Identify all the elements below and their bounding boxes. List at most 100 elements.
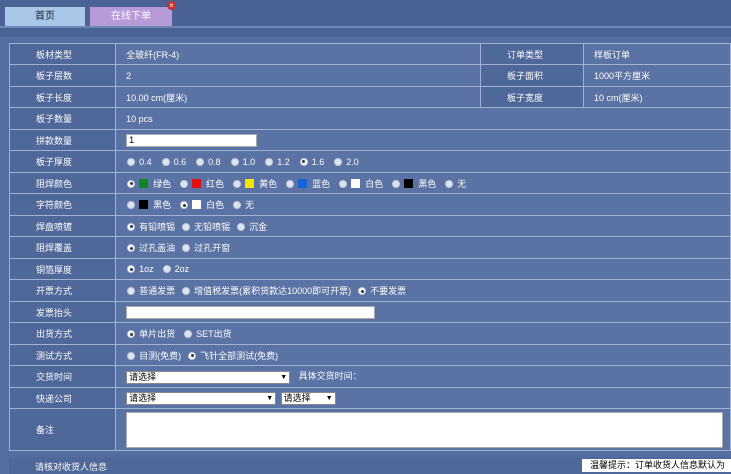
via-option[interactable]: 过孔盖油 bbox=[126, 241, 175, 254]
radio-button[interactable] bbox=[182, 244, 191, 252]
option-label: 红色 bbox=[206, 178, 225, 189]
thickness-option[interactable]: 1.2 bbox=[264, 157, 290, 167]
option-label: 无 bbox=[245, 200, 255, 210]
invoice-option[interactable]: 普通发票 bbox=[126, 284, 175, 297]
radio-button[interactable] bbox=[358, 287, 367, 295]
radio-button[interactable] bbox=[182, 287, 191, 295]
invoice-option[interactable]: 增值税发票(累积货款达10000即可开票) bbox=[181, 284, 351, 297]
solder-mask-option[interactable]: 黑色 bbox=[391, 177, 436, 190]
radio-button[interactable] bbox=[127, 265, 136, 273]
option-label: 1.0 bbox=[242, 156, 256, 167]
delivery-select[interactable]: 请选择 ▼ bbox=[126, 370, 291, 384]
table-row: 拼款数量 1 bbox=[8, 129, 731, 151]
invoice-title-label: 发票抬头 bbox=[8, 301, 117, 323]
thickness-label: 板子厚度 bbox=[8, 150, 117, 173]
order-type-value: 样板订单 bbox=[583, 43, 731, 65]
silkscreen-option[interactable]: 无 bbox=[232, 198, 254, 211]
radio-button[interactable] bbox=[180, 201, 189, 209]
solder-mask-option[interactable]: 白色 bbox=[338, 177, 383, 190]
radio-button[interactable] bbox=[127, 201, 136, 209]
width-label: 板子宽度 bbox=[480, 86, 584, 108]
option-label: 白色 bbox=[365, 178, 384, 189]
remarks-textarea[interactable] bbox=[126, 411, 724, 448]
radio-button[interactable] bbox=[188, 351, 197, 360]
radio-button[interactable] bbox=[127, 330, 136, 338]
radio-button[interactable] bbox=[299, 157, 308, 166]
thickness-option[interactable]: 1.6 bbox=[299, 156, 325, 167]
tab-bar-divider bbox=[0, 26, 731, 28]
close-icon[interactable]: × bbox=[167, 1, 176, 10]
copper-option[interactable]: 2oz bbox=[162, 264, 190, 274]
thickness-option[interactable]: 0.6 bbox=[161, 157, 186, 167]
invoice-title-input[interactable] bbox=[126, 305, 376, 319]
radio-button[interactable] bbox=[127, 287, 136, 295]
option-label: 沉金 bbox=[249, 221, 268, 232]
remarks-cell bbox=[115, 408, 731, 451]
option-label: 2oz bbox=[174, 264, 190, 274]
radio-button[interactable] bbox=[182, 222, 191, 231]
copper-option[interactable]: 1oz bbox=[126, 264, 154, 274]
thickness-option[interactable]: 0.8 bbox=[195, 157, 221, 167]
radio-button[interactable] bbox=[127, 157, 136, 166]
radio-button[interactable] bbox=[286, 179, 295, 188]
surface-options: 有铅喷锡 无铅喷锡 沉金 bbox=[115, 215, 731, 237]
table-row: 铜箔厚度 1oz 2oz bbox=[8, 258, 731, 280]
table-row: 开票方式 普通发票 增值税发票(累积货款达10000即可开票) 不要发票 bbox=[8, 279, 731, 302]
silkscreen-option[interactable]: 黑色 bbox=[126, 198, 171, 211]
color-swatch bbox=[351, 178, 361, 188]
radio-button[interactable] bbox=[196, 157, 205, 166]
delivery-extra-label: 具体交货时间： bbox=[298, 371, 362, 382]
radio-button[interactable] bbox=[334, 157, 343, 166]
silkscreen-options: 黑色 白色 无 bbox=[115, 193, 731, 216]
tab-home[interactable]: 首页 bbox=[5, 7, 85, 26]
radio-button[interactable] bbox=[161, 157, 170, 166]
solder-mask-option[interactable]: 蓝色 bbox=[285, 177, 330, 190]
radio-button[interactable] bbox=[127, 351, 136, 360]
radio-button[interactable] bbox=[445, 179, 454, 188]
panel-count-input[interactable]: 1 bbox=[126, 133, 258, 147]
delivery-label: 交货时间 bbox=[8, 365, 117, 388]
board-type-value: 全玻纤(FR-4) bbox=[115, 43, 482, 65]
chevron-down-icon: ▼ bbox=[280, 373, 288, 381]
shipping-option[interactable]: 单片出货 bbox=[126, 327, 175, 340]
radio-button[interactable] bbox=[127, 244, 136, 252]
layers-value: 2 bbox=[115, 64, 482, 87]
radio-button[interactable] bbox=[392, 179, 401, 188]
radio-button[interactable] bbox=[180, 179, 189, 188]
table-row: 焊盘喷镀 有铅喷锡 无铅喷锡 沉金 bbox=[8, 215, 731, 237]
invoice-title-cell bbox=[115, 301, 731, 323]
option-label: 黑色 bbox=[153, 200, 172, 210]
option-label: 有铅喷锡 bbox=[139, 221, 176, 232]
surface-option[interactable]: 无铅喷锡 bbox=[181, 220, 230, 233]
solder-mask-option[interactable]: 红色 bbox=[179, 177, 224, 190]
testing-option[interactable]: 目测(免费) bbox=[126, 349, 181, 362]
courier-select[interactable]: 请选择 ▼ bbox=[126, 391, 277, 405]
silkscreen-option[interactable]: 白色 bbox=[179, 198, 224, 211]
solder-mask-option[interactable]: 绿色 bbox=[126, 177, 171, 190]
invoice-option[interactable]: 不要发票 bbox=[357, 284, 406, 297]
radio-button[interactable] bbox=[233, 201, 242, 209]
radio-button[interactable] bbox=[230, 157, 239, 166]
radio-button[interactable] bbox=[184, 330, 193, 338]
testing-option[interactable]: 飞针全部测试(免费) bbox=[187, 349, 278, 362]
radio-button[interactable] bbox=[162, 265, 171, 273]
shipping-option[interactable]: SET出货 bbox=[183, 327, 232, 340]
thickness-option[interactable]: 1.0 bbox=[230, 156, 256, 167]
radio-button[interactable] bbox=[339, 179, 348, 188]
surface-option[interactable]: 有铅喷锡 bbox=[126, 220, 175, 233]
surface-option[interactable]: 沉金 bbox=[236, 220, 267, 233]
courier-service-select[interactable]: 请选择 ▼ bbox=[280, 391, 336, 405]
radio-button[interactable] bbox=[127, 222, 136, 231]
solder-mask-option[interactable]: 黄色 bbox=[232, 177, 277, 190]
radio-button[interactable] bbox=[265, 157, 274, 166]
via-option[interactable]: 过孔开窗 bbox=[181, 241, 230, 254]
solder-mask-option[interactable]: 无 bbox=[444, 177, 466, 190]
tab-online-order[interactable]: 在线下单 × bbox=[90, 1, 176, 26]
thickness-option[interactable]: 2.0 bbox=[333, 157, 359, 167]
radio-button[interactable] bbox=[233, 179, 242, 188]
option-label: 1.6 bbox=[311, 156, 325, 167]
radio-button[interactable] bbox=[127, 179, 136, 188]
radio-button[interactable] bbox=[237, 222, 246, 231]
thickness-option[interactable]: 0.4 bbox=[126, 157, 152, 167]
color-swatch bbox=[404, 178, 414, 188]
